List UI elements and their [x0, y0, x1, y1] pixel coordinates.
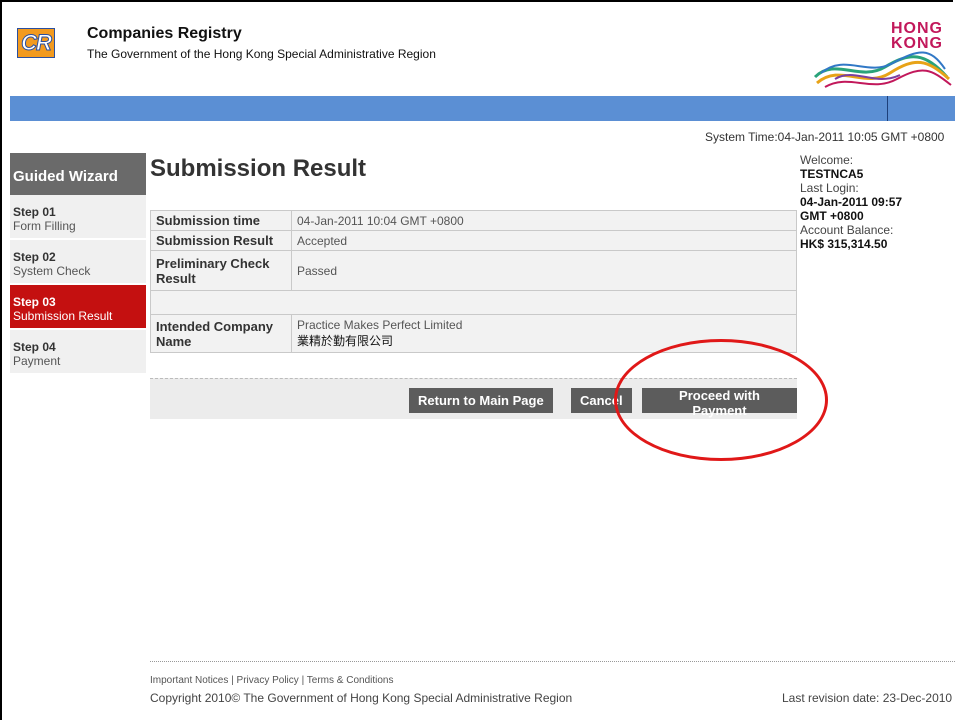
- step-number: Step 04: [13, 340, 56, 354]
- company-name-english: Practice Makes Perfect Limited: [297, 318, 463, 332]
- guided-wizard-sidebar: Guided Wizard Step 01 Form Filling Step …: [10, 153, 146, 375]
- step-label: Form Filling: [13, 219, 76, 233]
- sidebar-item-step-01[interactable]: Step 01 Form Filling: [10, 195, 146, 240]
- row-value: Accepted: [291, 230, 797, 251]
- row-value: 04-Jan-2011 10:04 GMT +0800: [291, 210, 797, 231]
- cr-logo-text: CR: [21, 30, 53, 56]
- footer-links: Important Notices | Privacy Policy | Ter…: [150, 675, 393, 686]
- username: TESTNCA5: [800, 167, 864, 181]
- footer-divider: [150, 661, 955, 662]
- cr-logo[interactable]: CR: [17, 28, 55, 58]
- welcome-label: Welcome:: [800, 153, 854, 167]
- row-label: Intended Company Name: [150, 314, 292, 353]
- site-header: CR Companies Registry The Government of …: [10, 12, 955, 94]
- row-value: Passed: [291, 250, 797, 291]
- row-label: Submission Result: [150, 230, 292, 251]
- dragon-ribbon-icon: [813, 51, 952, 88]
- account-balance-value: HK$ 315,314.50: [800, 237, 888, 251]
- row-label: Submission time: [150, 210, 292, 231]
- table-row: Submission Result Accepted: [150, 230, 797, 251]
- top-nav-bar: [10, 96, 955, 121]
- step-number: Step 03: [13, 295, 56, 309]
- sidebar-item-step-02[interactable]: Step 02 System Check: [10, 240, 146, 285]
- row-label: Preliminary Check Result: [150, 250, 292, 291]
- return-to-main-page-button[interactable]: Return to Main Page: [409, 388, 553, 413]
- system-time: System Time:04-Jan-2011 10:05 GMT +0800: [705, 130, 945, 144]
- red-annotation-circle: [614, 339, 828, 461]
- sidebar-item-step-04[interactable]: Step 04 Payment: [10, 330, 146, 375]
- org-title: Companies Registry: [87, 25, 242, 42]
- page-title: Submission Result: [150, 155, 367, 182]
- copyright-text: Copyright 2010© The Government of Hong K…: [150, 691, 573, 705]
- last-revision-date: Last revision date: 23-Dec-2010: [782, 691, 953, 705]
- sidebar-item-step-03[interactable]: Step 03 Submission Result: [10, 285, 146, 330]
- step-number: Step 01: [13, 205, 56, 219]
- step-number: Step 02: [13, 250, 56, 264]
- submission-result-table: Submission time 04-Jan-2011 10:04 GMT +0…: [150, 210, 797, 353]
- privacy-policy-link[interactable]: Privacy Policy: [237, 675, 299, 686]
- sidebar-heading: Guided Wizard: [10, 153, 146, 195]
- step-label: Submission Result: [13, 309, 113, 323]
- brand-hong-kong-logo: HONG KONG: [775, 17, 955, 99]
- spacer-cell: [150, 290, 797, 315]
- table-row: Preliminary Check Result Passed: [150, 250, 797, 291]
- org-subtitle: The Government of the Hong Kong Special …: [87, 47, 436, 61]
- terms-conditions-link[interactable]: Terms & Conditions: [307, 675, 394, 686]
- user-info-panel: Welcome: TESTNCA5 Last Login: 04-Jan-201…: [800, 153, 955, 251]
- table-row-spacer: [150, 290, 797, 315]
- last-login-timezone: GMT +0800: [800, 209, 864, 223]
- table-row: Submission time 04-Jan-2011 10:04 GMT +0…: [150, 210, 797, 231]
- important-notices-link[interactable]: Important Notices: [150, 675, 228, 686]
- last-login-date: 04-Jan-2011 09:57: [800, 195, 903, 209]
- account-balance-label: Account Balance:: [800, 223, 894, 237]
- step-label: System Check: [13, 264, 91, 278]
- nav-bar-divider: [887, 96, 888, 121]
- last-login-label: Last Login:: [800, 181, 859, 195]
- step-label: Payment: [13, 354, 61, 368]
